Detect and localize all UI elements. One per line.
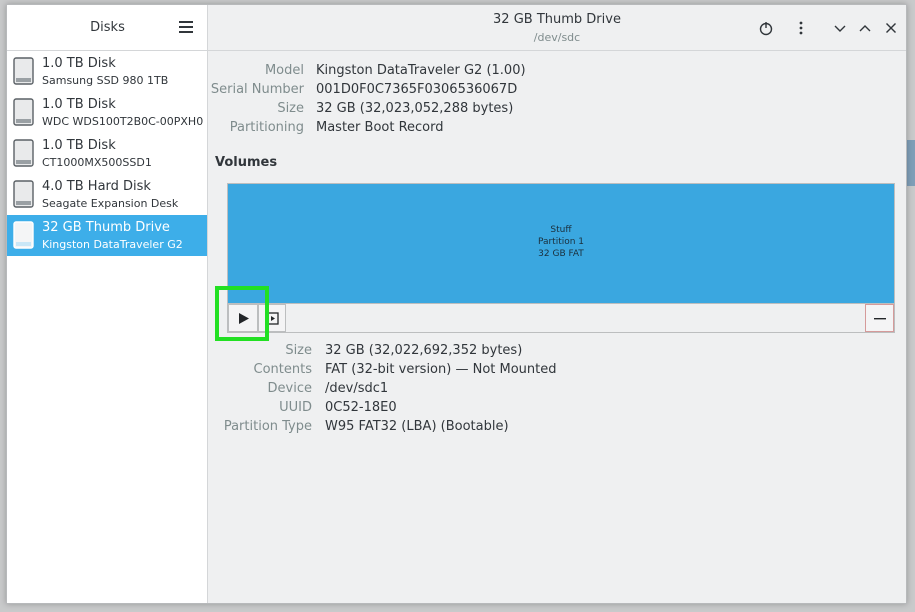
delete-partition-button[interactable] (865, 304, 894, 332)
disk-item-samsung[interactable]: 1.0 TB Disk Samsung SSD 980 1TB (7, 51, 207, 92)
kebab-menu-icon[interactable] (792, 19, 810, 37)
disk-model: Samsung SSD 980 1TB (42, 74, 169, 87)
partition-name: Stuff (550, 225, 572, 235)
label-partition-type: Partition Type (223, 419, 312, 434)
volumes-graphic: Stuff Partition 1 32 GB FAT (227, 183, 895, 333)
disk-model: WDC WDS100T2B0C-00PXH0 (42, 115, 204, 128)
label-device: Device (267, 381, 312, 396)
disk-name: 32 GB Thumb Drive (42, 220, 170, 235)
disk-item-thumb-drive[interactable]: 32 GB Thumb Drive Kingston DataTraveler … (7, 215, 207, 256)
label-partition-size: Size (285, 343, 312, 358)
volume-toolbar (228, 303, 894, 332)
disk-drive-icon (13, 98, 34, 126)
value-size: 32 GB (32,023,052,288 bytes) (316, 101, 514, 116)
sidebar-header: Disks (7, 5, 207, 51)
value-partition-size: 32 GB (32,022,692,352 bytes) (325, 343, 523, 358)
value-serial: 001D0F0C7365F0306536067D (316, 82, 518, 97)
value-uuid: 0C52-18E0 (325, 400, 397, 415)
maximize-icon[interactable] (856, 19, 874, 37)
header-bar: 32 GB Thumb Drive /dev/sdc (208, 5, 906, 51)
minus-icon (874, 318, 886, 320)
minimize-icon[interactable] (831, 19, 849, 37)
background-window-strip (907, 140, 915, 186)
value-model: Kingston DataTraveler G2 (1.00) (316, 63, 526, 78)
label-uuid: UUID (279, 400, 312, 415)
disk-drive-icon (13, 139, 34, 167)
disk-drive-icon (13, 57, 34, 85)
value-partition-type: W95 FAT32 (LBA) (Bootable) (325, 419, 509, 434)
sidebar: Disks 1.0 TB Disk Samsung SSD 980 1TB 1.… (7, 5, 208, 603)
play-icon (239, 313, 249, 324)
disk-name: 1.0 TB Disk (42, 56, 116, 71)
disk-drive-icon (13, 180, 34, 208)
disk-item-seagate[interactable]: 4.0 TB Hard Disk Seagate Expansion Desk (7, 174, 207, 215)
disk-name: 1.0 TB Disk (42, 138, 116, 153)
close-icon[interactable] (882, 19, 900, 37)
partition-number: Partition 1 (537, 237, 585, 247)
power-icon[interactable] (757, 19, 775, 37)
value-partitioning: Master Boot Record (316, 120, 444, 135)
label-partitioning: Partitioning (229, 120, 304, 135)
disk-model: CT1000MX500SSD1 (42, 156, 152, 169)
disk-item-wdc[interactable]: 1.0 TB Disk WDC WDS100T2B0C-00PXH0 (7, 92, 207, 133)
disk-name: 4.0 TB Hard Disk (42, 179, 151, 194)
partition-desc: 32 GB FAT (538, 249, 584, 259)
disk-model: Seagate Expansion Desk (42, 197, 179, 210)
disk-model: Kingston DataTraveler G2 (42, 238, 183, 251)
additional-options-button[interactable] (258, 304, 286, 332)
partition-1-block[interactable]: Stuff Partition 1 32 GB FAT (228, 184, 894, 303)
label-size: Size (277, 101, 304, 116)
partition-options-icon (267, 312, 279, 325)
disk-item-crucial[interactable]: 1.0 TB Disk CT1000MX500SSD1 (7, 133, 207, 174)
hamburger-menu-icon[interactable] (179, 21, 193, 33)
mount-button[interactable] (228, 304, 258, 332)
sidebar-title: Disks (90, 20, 125, 35)
value-contents: FAT (32-bit version) — Not Mounted (325, 362, 557, 377)
value-device: /dev/sdc1 (325, 381, 389, 396)
disk-name: 1.0 TB Disk (42, 97, 116, 112)
volumes-heading: Volumes (215, 155, 278, 170)
disks-window: Disks 1.0 TB Disk Samsung SSD 980 1TB 1.… (6, 4, 907, 604)
label-contents: Contents (253, 362, 312, 377)
disk-drive-icon (13, 221, 34, 249)
label-model: Model (264, 63, 304, 78)
label-serial: Serial Number (210, 82, 304, 97)
